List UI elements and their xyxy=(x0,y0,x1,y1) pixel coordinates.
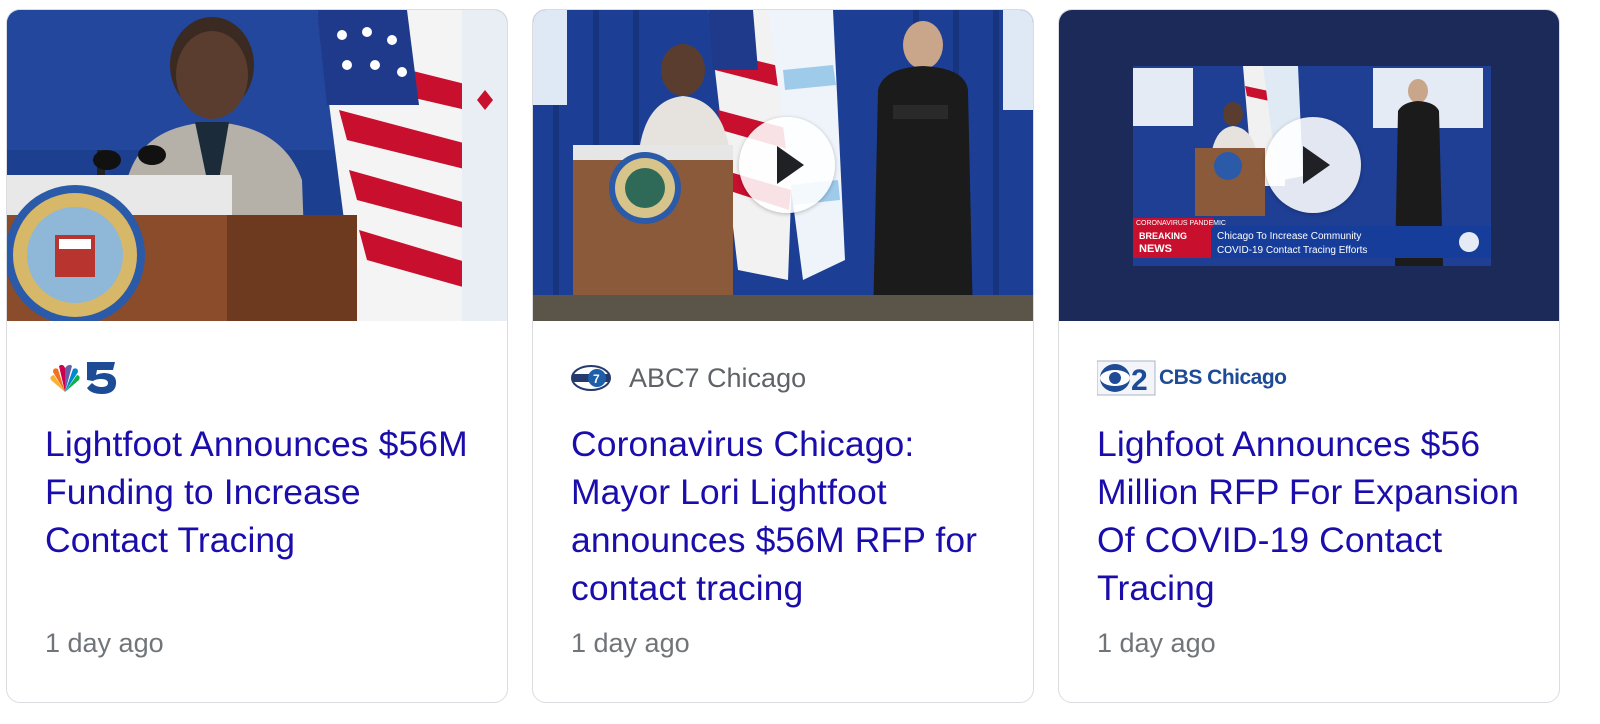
ticker-banner: CORONAVIRUS PANDEMIC xyxy=(1136,220,1226,227)
svg-text:7: 7 xyxy=(593,372,600,386)
nbc5-logo-icon xyxy=(50,362,117,394)
ticker-brand-line2: NEWS xyxy=(1139,243,1172,255)
news-thumbnail[interactable] xyxy=(7,10,507,321)
news-card[interactable]: Lightfoot Announces $56M Funding to Incr… xyxy=(6,9,508,703)
source-row: 7 ABC7 Chicago xyxy=(571,358,806,398)
source-name: ABC7 Chicago xyxy=(629,362,807,393)
play-icon xyxy=(1303,146,1330,184)
play-icon xyxy=(777,146,804,184)
cbs2-logo-icon: 2 xyxy=(1097,360,1156,396)
news-card[interactable]: CORONAVIRUS PANDEMIC BREAKING NEWS Chica… xyxy=(1058,9,1560,703)
news-carousel: Lightfoot Announces $56M Funding to Incr… xyxy=(0,0,1600,724)
published-time: 1 day ago xyxy=(571,628,690,658)
news-thumbnail[interactable]: CORONAVIRUS PANDEMIC BREAKING NEWS Chica… xyxy=(1059,10,1559,321)
news-headline[interactable]: Lightfoot Announces $56M Funding to Incr… xyxy=(45,420,485,564)
source-row xyxy=(45,358,121,398)
news-thumbnail[interactable] xyxy=(533,10,1033,321)
ticker-brand-line1: BREAKING xyxy=(1139,231,1187,241)
cbs-channel-number: 2 xyxy=(1131,364,1148,396)
source-name: CBS Chicago xyxy=(1159,366,1287,389)
published-time: 1 day ago xyxy=(45,628,164,658)
play-button[interactable] xyxy=(1265,117,1361,213)
thumbnail-image xyxy=(7,10,507,321)
news-headline[interactable]: Lighfoot Announces $56 Million RFP For E… xyxy=(1097,420,1537,612)
news-headline[interactable]: Coronavirus Chicago: Mayor Lori Lightfoo… xyxy=(571,420,1011,612)
news-card[interactable]: 7 ABC7 Chicago Coronavirus Chicago: Mayo… xyxy=(532,9,1034,703)
play-button[interactable] xyxy=(739,117,835,213)
ticker-line1: Chicago To Increase Community xyxy=(1217,231,1361,242)
abc7-logo-icon: 7 xyxy=(571,365,611,391)
ticker-line2: COVID-19 Contact Tracing Efforts xyxy=(1217,245,1367,256)
source-row: 2 CBS Chicago xyxy=(1097,358,1287,398)
published-time: 1 day ago xyxy=(1097,628,1216,658)
